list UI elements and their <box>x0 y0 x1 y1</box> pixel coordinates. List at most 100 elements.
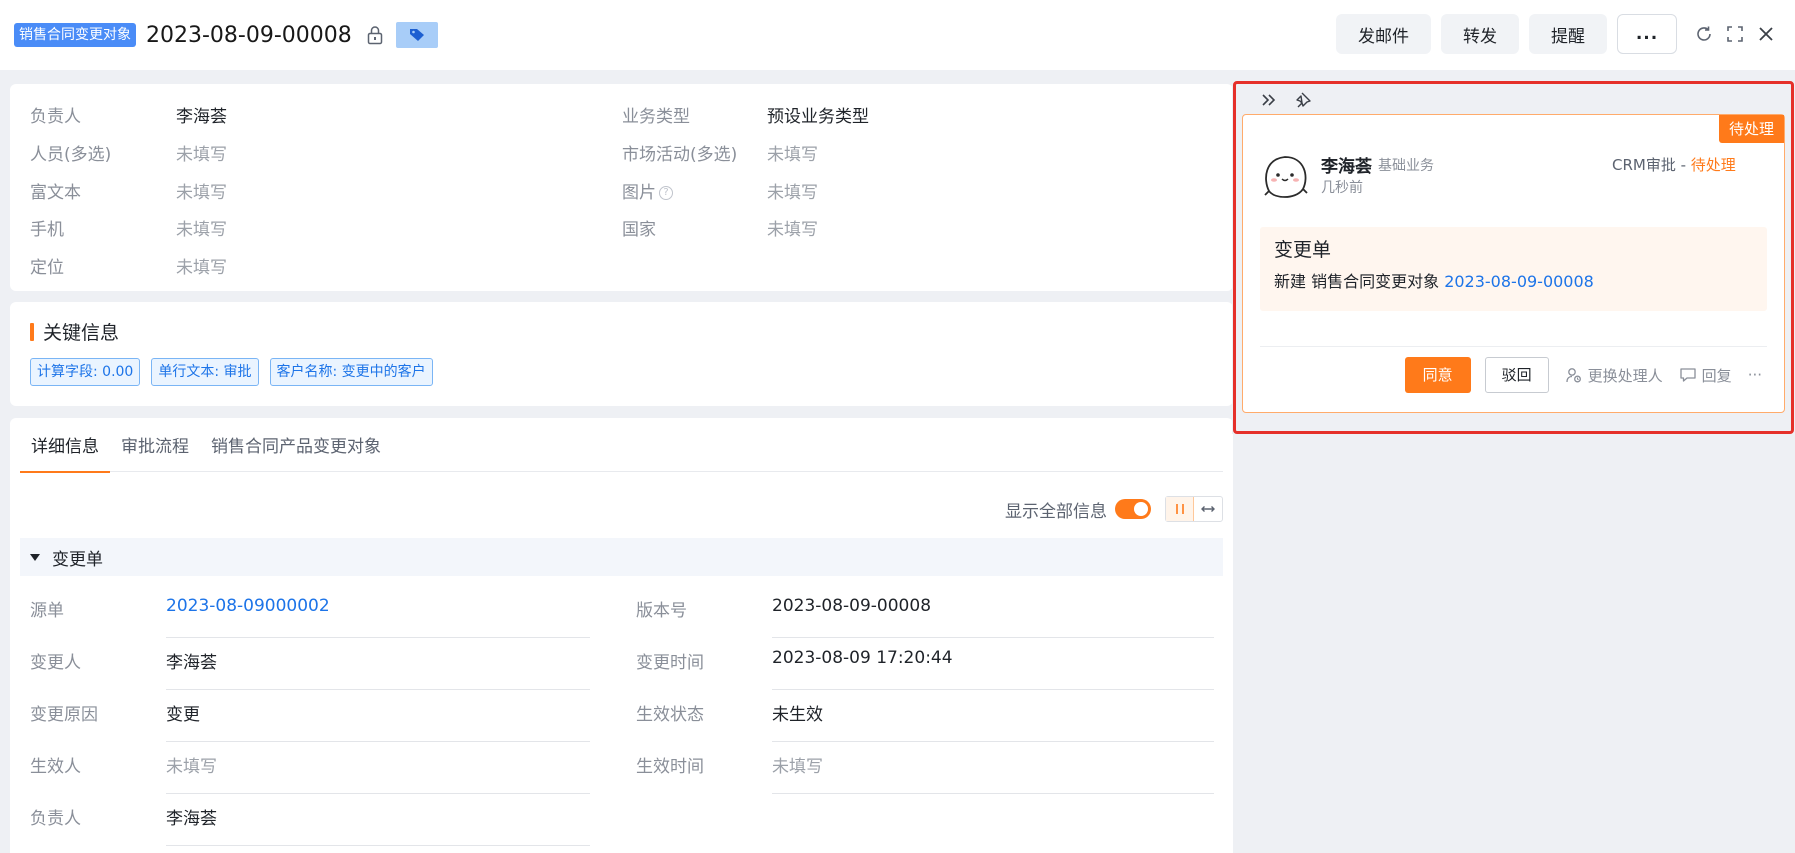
group-header-change-order[interactable]: 变更单 <box>20 538 1223 576</box>
field-label: 定位 <box>30 258 64 278</box>
field-value: 未填写 <box>767 220 818 240</box>
forward-button[interactable]: 转发 <box>1441 14 1519 54</box>
collapse-panel-icon[interactable] <box>1259 90 1279 110</box>
panel-toolbar <box>1259 90 1327 110</box>
approver-name: 李海荟 <box>1321 157 1372 177</box>
approval-actions: 同意 驳回 更换处理人 回复 ··· <box>1404 357 1762 393</box>
detail-label: 变更时间 <box>636 653 704 673</box>
detail-row: 版本号 2023-08-09-00008 <box>636 586 1214 638</box>
group-title: 变更单 <box>52 549 103 570</box>
row-divider <box>772 793 1214 794</box>
approver-department: 基础业务 <box>1378 158 1434 174</box>
approval-time: 几秒前 <box>1321 180 1363 196</box>
record-link[interactable]: 2023-08-09-00008 <box>1444 272 1594 291</box>
key-info-tag[interactable]: 单行文本: 审批 <box>151 358 259 386</box>
field-owner: 负责人 <box>30 102 81 127</box>
pending-badge: 待处理 <box>1718 115 1784 143</box>
two-column-layout-icon[interactable] <box>1166 497 1194 521</box>
detail-label: 生效时间 <box>636 757 704 777</box>
title-accent-bar <box>30 322 34 341</box>
divider <box>1260 346 1767 347</box>
detail-value: 未生效 <box>772 705 823 725</box>
tab-detail-info[interactable]: 详细信息 <box>20 432 110 473</box>
field-value: 李海荟 <box>176 107 227 127</box>
field-value: 未填写 <box>176 145 227 165</box>
field-label: 手机 <box>30 220 64 240</box>
reject-button[interactable]: 驳回 <box>1484 357 1549 393</box>
detail-row: 负责人 李海荟 <box>30 794 590 846</box>
key-info-title: 关键信息 <box>30 318 119 345</box>
approval-content-title: 变更单 <box>1274 239 1332 261</box>
field-image: 图片? <box>622 178 673 203</box>
field-value: 未填写 <box>176 258 227 278</box>
source-order-link[interactable]: 2023-08-09000002 <box>166 596 330 616</box>
detail-row: 生效状态 未生效 <box>636 690 1214 742</box>
detail-value: 未填写 <box>166 757 217 777</box>
record-title: 2023-08-09-00008 <box>146 22 352 48</box>
help-icon[interactable]: ? <box>659 186 673 200</box>
pin-icon[interactable] <box>1293 90 1313 110</box>
refresh-icon[interactable] <box>1693 23 1715 45</box>
reply-button[interactable]: 回复 <box>1679 365 1732 386</box>
field-label: 负责人 <box>30 107 81 127</box>
detail-row: 生效时间 未填写 <box>636 742 1214 794</box>
agree-button[interactable]: 同意 <box>1404 357 1471 393</box>
field-value: 未填写 <box>767 145 818 165</box>
detail-label: 负责人 <box>30 809 81 829</box>
desc-text: 新建 销售合同变更对象 <box>1274 272 1445 291</box>
tab-approval-flow[interactable]: 审批流程 <box>110 432 200 472</box>
detail-label: 源单 <box>30 601 64 621</box>
detail-label: 版本号 <box>636 601 687 621</box>
field-value: 未填写 <box>176 183 227 203</box>
detail-value: 李海荟 <box>166 653 217 673</box>
approval-flow-status: CRM审批 - 待处理 <box>1612 154 1736 175</box>
detail-value: 变更 <box>166 705 200 725</box>
field-label: 国家 <box>622 220 656 240</box>
approval-content-desc: 新建 销售合同变更对象 2023-08-09-00008 <box>1274 268 1594 292</box>
detail-value: 李海荟 <box>166 809 217 829</box>
change-handler-label: 更换处理人 <box>1587 366 1663 385</box>
user-switch-icon <box>1565 366 1583 384</box>
header-actions: 发邮件 转发 提醒 ... <box>1326 14 1777 54</box>
field-value: 未填写 <box>176 220 227 240</box>
flow-name: CRM审批 - <box>1612 156 1691 174</box>
tab-product-change[interactable]: 销售合同产品变更对象 <box>200 432 392 472</box>
full-width-layout-icon[interactable] <box>1194 497 1222 521</box>
layout-switch <box>1165 496 1223 522</box>
close-icon[interactable] <box>1755 23 1777 45</box>
show-all-toggle[interactable] <box>1115 499 1151 519</box>
detail-value: 2023-08-09 17:20:44 <box>772 648 953 668</box>
collapse-caret-icon <box>30 553 40 561</box>
show-all-control: 显示全部信息 <box>1005 496 1223 522</box>
key-info-tag[interactable]: 客户名称: 变更中的客户 <box>269 358 433 386</box>
detail-label: 生效人 <box>30 757 81 777</box>
approval-card: 待处理 李海荟 基础业务 几秒前 CRM审批 - 待处理 变更单 新建 销售合同… <box>1242 114 1785 413</box>
key-info-tag[interactable]: 计算字段: 0.00 <box>30 358 141 386</box>
reply-label: 回复 <box>1701 366 1732 385</box>
detail-row: 变更人 李海荟 <box>30 638 590 690</box>
detail-row: 源单 2023-08-09000002 <box>30 586 590 638</box>
more-actions-button[interactable]: ··· <box>1748 366 1762 384</box>
more-button[interactable]: ... <box>1617 14 1677 54</box>
comment-icon <box>1679 366 1697 384</box>
field-label: 富文本 <box>30 183 81 203</box>
lock-icon[interactable] <box>366 25 384 45</box>
change-handler-button[interactable]: 更换处理人 <box>1565 365 1663 386</box>
field-label: 市场活动(多选) <box>622 145 738 165</box>
avatar <box>1261 149 1311 201</box>
key-info-tags: 计算字段: 0.00 单行文本: 审批 客户名称: 变更中的客户 <box>30 358 444 386</box>
detail-card: 详细信息 审批流程 销售合同产品变更对象 显示全部信息 变更单 源单 2023-… <box>10 418 1233 853</box>
send-email-button[interactable]: 发邮件 <box>1336 14 1431 54</box>
fullscreen-icon[interactable] <box>1724 23 1746 45</box>
detail-label: 生效状态 <box>636 705 704 725</box>
remind-button[interactable]: 提醒 <box>1529 14 1607 54</box>
field-label: 人员(多选) <box>30 145 112 165</box>
detail-row: 生效人 未填写 <box>30 742 590 794</box>
record-header: 销售合同变更对象 2023-08-09-00008 发邮件 转发 提醒 ... <box>0 0 1795 70</box>
tag-label-button[interactable] <box>395 22 438 48</box>
field-value: 未填写 <box>767 183 818 203</box>
detail-row: 变更原因 变更 <box>30 690 590 742</box>
status-text: 待处理 <box>1690 156 1736 174</box>
detail-row: 变更时间 2023-08-09 17:20:44 <box>636 638 1214 690</box>
field-label: 业务类型 <box>622 107 690 127</box>
